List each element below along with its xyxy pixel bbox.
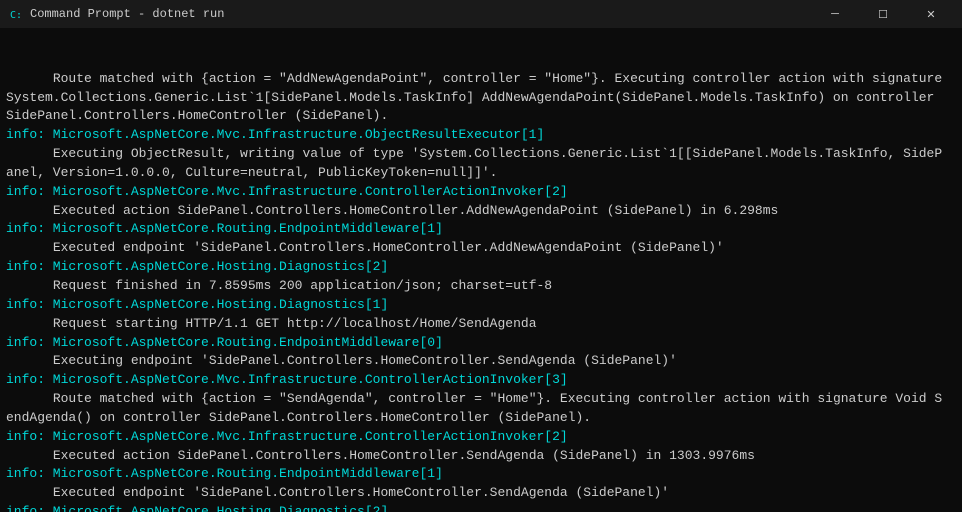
console-line: endAgenda() on controller SidePanel.Cont… xyxy=(6,409,956,428)
cmd-icon: C: xyxy=(8,6,24,22)
console-line: info: Microsoft.AspNetCore.Routing.Endpo… xyxy=(6,465,956,484)
svg-text:C:: C: xyxy=(10,10,22,21)
console-line: info: Microsoft.AspNetCore.Hosting.Diagn… xyxy=(6,503,956,512)
console-line: info: Microsoft.AspNetCore.Hosting.Diagn… xyxy=(6,296,956,315)
console-output: Route matched with {action = "AddNewAgen… xyxy=(0,28,962,512)
console-line: SidePanel.Controllers.HomeController (Si… xyxy=(6,107,956,126)
window: C: Command Prompt - dotnet run ─ ☐ ✕ Rou… xyxy=(0,0,962,512)
console-line: Executed action SidePanel.Controllers.Ho… xyxy=(6,202,956,221)
title-bar-controls: ─ ☐ ✕ xyxy=(812,0,954,28)
console-line: info: Microsoft.AspNetCore.Mvc.Infrastru… xyxy=(6,371,956,390)
console-line: Executed endpoint 'SidePanel.Controllers… xyxy=(6,239,956,258)
console-line: info: Microsoft.AspNetCore.Hosting.Diagn… xyxy=(6,258,956,277)
console-line: info: Microsoft.AspNetCore.Mvc.Infrastru… xyxy=(6,183,956,202)
window-title: Command Prompt - dotnet run xyxy=(30,7,224,21)
console-line: System.Collections.Generic.List`1[SidePa… xyxy=(6,89,956,108)
console-line: Executing ObjectResult, writing value of… xyxy=(6,145,956,164)
console-line: info: Microsoft.AspNetCore.Routing.Endpo… xyxy=(6,220,956,239)
console-line: info: Microsoft.AspNetCore.Mvc.Infrastru… xyxy=(6,428,956,447)
console-line: info: Microsoft.AspNetCore.Mvc.Infrastru… xyxy=(6,126,956,145)
console-line: Route matched with {action = "AddNewAgen… xyxy=(6,70,956,89)
console-line: anel, Version=1.0.0.0, Culture=neutral, … xyxy=(6,164,956,183)
title-bar-left: C: Command Prompt - dotnet run xyxy=(8,6,224,22)
console-line: Request finished in 7.8595ms 200 applica… xyxy=(6,277,956,296)
close-button[interactable]: ✕ xyxy=(908,0,954,28)
console-line: Executing endpoint 'SidePanel.Controller… xyxy=(6,352,956,371)
title-bar: C: Command Prompt - dotnet run ─ ☐ ✕ xyxy=(0,0,962,28)
console-line: Route matched with {action = "SendAgenda… xyxy=(6,390,956,409)
console-line: Request starting HTTP/1.1 GET http://loc… xyxy=(6,315,956,334)
console-line: info: Microsoft.AspNetCore.Routing.Endpo… xyxy=(6,334,956,353)
console-line: Executed endpoint 'SidePanel.Controllers… xyxy=(6,484,956,503)
console-line: Executed action SidePanel.Controllers.Ho… xyxy=(6,447,956,466)
maximize-button[interactable]: ☐ xyxy=(860,0,906,28)
minimize-button[interactable]: ─ xyxy=(812,0,858,28)
